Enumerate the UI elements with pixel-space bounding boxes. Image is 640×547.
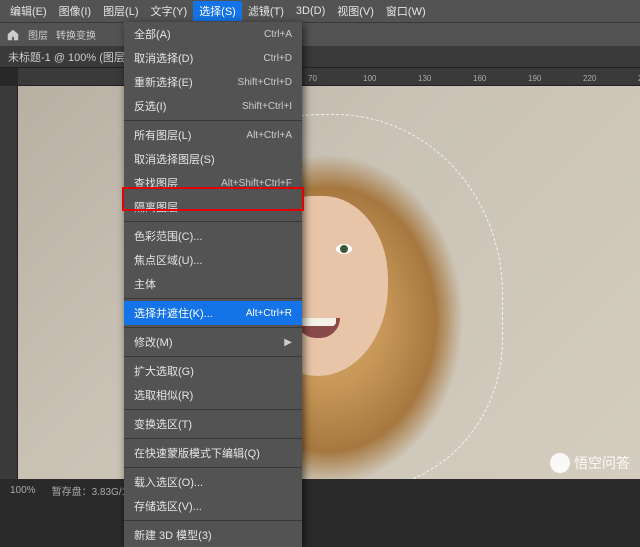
menu-separator	[124, 298, 302, 299]
menu-e[interactable]: 编辑(E)	[4, 1, 53, 21]
menu-item[interactable]: 取消选择图层(S)	[124, 147, 302, 171]
menu-item-label: 取消选择图层(S)	[134, 151, 215, 167]
menu-shortcut: Ctrl+A	[264, 29, 292, 40]
menu-item[interactable]: 扩大选取(G)	[124, 359, 302, 383]
menu-item[interactable]: 全部(A) Ctrl+A	[124, 22, 302, 46]
ruler-tick: 190	[528, 74, 541, 83]
menu-item-label: 在快速蒙版模式下编辑(Q)	[134, 445, 260, 461]
menu-item-label: 主体	[134, 276, 156, 292]
status-bar: 100% 暂存盘：3.83G/12.4G	[0, 479, 640, 501]
menu-separator	[124, 356, 302, 357]
ruler-horizontal: 104070100130160190220250	[18, 68, 640, 86]
select-menu-dropdown: 全部(A) Ctrl+A 取消选择(D) Ctrl+D 重新选择(E) Shift+Ctr…	[124, 22, 302, 547]
menu-item-label: 载入选区(O)...	[134, 474, 203, 490]
menu-i[interactable]: 图像(I)	[53, 1, 97, 21]
menubar: 编辑(E)图像(I)图层(L)文字(Y)选择(S)滤镜(T)3D(D)视图(V)…	[0, 0, 640, 22]
menu-shortcut: Alt+Ctrl+A	[246, 130, 292, 141]
menu-separator	[124, 409, 302, 410]
toolbar-label-2: 转换变换	[56, 27, 96, 42]
menu-item-label: 选择并遮住(K)...	[134, 305, 213, 321]
menu-item-label: 焦点区域(U)...	[134, 252, 202, 268]
menu-item[interactable]: 色彩范围(C)...	[124, 224, 302, 248]
canvas-area[interactable]: 104070100130160190220250	[0, 68, 640, 479]
watermark-text: 悟空问答	[574, 453, 630, 473]
menu-item-label: 扩大选取(G)	[134, 363, 194, 379]
menu-item[interactable]: 重新选择(E) Shift+Ctrl+D	[124, 70, 302, 94]
menu-shortcut: Shift+Ctrl+I	[242, 101, 292, 112]
menu-shortcut: Alt+Shift+Ctrl+F	[221, 178, 292, 189]
menu-item[interactable]: 焦点区域(U)...	[124, 248, 302, 272]
zoom-level[interactable]: 100%	[10, 485, 36, 496]
menu-item-label: 新建 3D 模型(3)	[134, 527, 212, 543]
ruler-tick: 70	[308, 74, 317, 83]
submenu-arrow-icon: ▶	[284, 337, 292, 348]
watermark-logo-icon	[550, 453, 570, 473]
menu-item[interactable]: 反选(I) Shift+Ctrl+I	[124, 94, 302, 118]
menu-separator	[124, 120, 302, 121]
menu-item[interactable]: 存储选区(V)...	[124, 494, 302, 518]
menu-item-label: 色彩范围(C)...	[134, 228, 202, 244]
menu-item[interactable]: 取消选择(D) Ctrl+D	[124, 46, 302, 70]
menu-w[interactable]: 窗口(W)	[380, 1, 432, 21]
menu-separator	[124, 467, 302, 468]
menu-v[interactable]: 视图(V)	[331, 1, 380, 21]
menu-l[interactable]: 图层(L)	[97, 1, 144, 21]
menu-item[interactable]: 载入选区(O)...	[124, 470, 302, 494]
document-content[interactable]	[18, 86, 640, 479]
menu-item[interactable]: 修改(M) ▶	[124, 330, 302, 354]
menu-separator	[124, 221, 302, 222]
home-icon[interactable]	[6, 28, 20, 42]
menu-item[interactable]: 选取相似(R)	[124, 383, 302, 407]
ruler-tick: 220	[583, 74, 596, 83]
ruler-tick: 100	[363, 74, 376, 83]
menu-item[interactable]: 选择并遮住(K)... Alt+Ctrl+R	[124, 301, 302, 325]
menu-item[interactable]: 在快速蒙版模式下编辑(Q)	[124, 441, 302, 465]
menu-item-label: 反选(I)	[134, 98, 166, 114]
menu-t[interactable]: 滤镜(T)	[242, 1, 290, 21]
menu-shortcut: Alt+Ctrl+R	[246, 308, 292, 319]
menu-item[interactable]: 隔离图层	[124, 195, 302, 219]
menu-item[interactable]: 查找图层 Alt+Shift+Ctrl+F	[124, 171, 302, 195]
menu-item[interactable]: 所有图层(L) Alt+Ctrl+A	[124, 123, 302, 147]
menu-separator	[124, 438, 302, 439]
ruler-tick: 160	[473, 74, 486, 83]
menu-item-label: 修改(M)	[134, 334, 173, 350]
options-bar: 图层 转换变换	[0, 22, 640, 46]
menu-separator	[124, 327, 302, 328]
menu-item[interactable]: 新建 3D 模型(3)	[124, 523, 302, 547]
menu-item-label: 重新选择(E)	[134, 74, 193, 90]
menu-item[interactable]: 变换选区(T)	[124, 412, 302, 436]
menu-item-label: 隔离图层	[134, 199, 178, 215]
menu-item-label: 变换选区(T)	[134, 416, 192, 432]
watermark: 悟空问答	[550, 453, 630, 473]
menu-item-label: 选取相似(R)	[134, 387, 193, 403]
menu-shortcut: Shift+Ctrl+D	[238, 77, 292, 88]
menu-y[interactable]: 文字(Y)	[145, 1, 194, 21]
document-tab-bar: 未标题-1 @ 100% (图层 1, RGB/8#)	[0, 46, 640, 68]
toolbar-label-1: 图层	[28, 27, 48, 42]
ruler-vertical	[0, 86, 18, 479]
menu-s[interactable]: 选择(S)	[193, 1, 242, 21]
menu-item-label: 取消选择(D)	[134, 50, 193, 66]
ruler-tick: 130	[418, 74, 431, 83]
menu-item-label: 存储选区(V)...	[134, 498, 202, 514]
menu-separator	[124, 520, 302, 521]
menu-item-label: 所有图层(L)	[134, 127, 191, 143]
menu-item-label: 查找图层	[134, 175, 178, 191]
menu-shortcut: Ctrl+D	[263, 53, 292, 64]
menu-item[interactable]: 主体	[124, 272, 302, 296]
menu-dd[interactable]: 3D(D)	[290, 3, 331, 19]
menu-item-label: 全部(A)	[134, 26, 171, 42]
